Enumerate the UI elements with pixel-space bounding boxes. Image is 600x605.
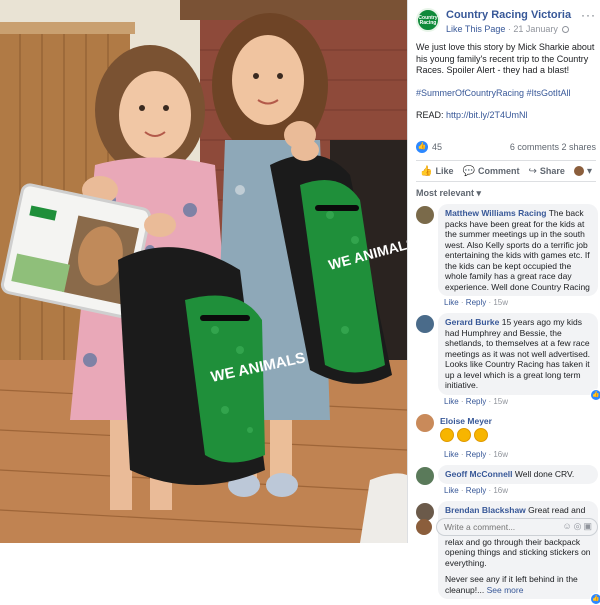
post-body: We just love this story by Mick Sharkie … [416,42,595,75]
post-photo[interactable]: WE ANIMALS WE ANIMALS [0,0,407,543]
commenter-avatar[interactable] [416,206,434,224]
read-link[interactable]: http://bit.ly/2T4UmNl [446,110,528,120]
comment-icon: 💬 [462,165,475,177]
globe-icon [562,26,570,33]
page-name[interactable]: Country Racing Victoria [446,9,571,21]
comment-time[interactable]: 16w [493,486,508,495]
comment-like-link[interactable]: Like [444,450,459,459]
page-avatar[interactable]: Country Racing [416,8,440,32]
commenter-avatar[interactable] [416,413,434,432]
comment-reply-link[interactable]: Reply [466,397,486,406]
like-button[interactable]: 👍 Like [420,166,453,177]
comment-reply-link[interactable]: Reply [466,298,486,307]
chevron-down-icon: ▾ [586,165,592,177]
shares-count[interactable]: 2 shares [561,142,596,152]
share-as-selector[interactable]: ▾ [573,165,592,177]
clapping-hands-icon [457,428,471,442]
comment-reply-link[interactable]: Reply [466,450,486,459]
comment-sort-label: Most relevant [416,188,475,198]
comment-bubble: Gerard Burke 15 years ago my kids had Hu… [438,313,600,401]
comment-actions: Like · Reply · 16w [444,485,509,495]
comment-like-reaction-icon[interactable]: 👍 [590,388,600,401]
comment-actions: Like · Reply · 15w [444,298,509,307]
comments-count[interactable]: 6 comments [510,142,559,152]
post-hashtags[interactable]: #SummerOfCountryRacing #ItsGotItAll [416,88,596,100]
reaction-count[interactable]: 45 [432,142,442,152]
comment-like-link[interactable]: Like [444,298,459,307]
read-label: READ: [416,110,444,120]
commenter-name[interactable]: Eloise Meyer [440,416,492,426]
comment-bubble: Brendan Blackshaw Great read and yes it'… [438,501,600,605]
comment-actions: Like · Reply · 16w [444,450,509,459]
commenter-avatar[interactable] [416,467,434,485]
more-options-icon[interactable]: ··· [581,8,596,22]
commenter-name[interactable]: Gerard Burke [445,317,499,327]
comment-bubble: Matthew Williams Racing The back packs h… [438,204,598,296]
like-reaction-icon[interactable]: 👍 [416,141,428,153]
comment-item: Matthew Williams Racing The back packs h… [416,204,598,307]
comment-actions: Like · Reply · 15w [444,396,509,406]
share-button-label: Share [539,166,565,176]
post-read-line: READ: http://bit.ly/2T4UmNl [416,110,596,122]
comment-text: The back packs have been great for the k… [445,208,590,292]
comment-item: Gerard Burke 15 years ago my kids had Hu… [416,313,600,406]
comment-text: Well done CRV. [514,469,575,479]
post-text: We just love this story by Mick Sharkie … [416,42,596,133]
post-header: Country Racing Country Racing Victoria L… [416,8,596,44]
page-logo-text: Country Racing [418,15,438,26]
write-comment-box: ☺◎▣ [416,517,598,537]
commenter-name[interactable]: Matthew Williams Racing [445,208,546,218]
comment-button[interactable]: 💬 Comment [463,166,520,177]
clapping-hands-icon [474,428,488,442]
comment-like-link[interactable]: Like [444,397,459,406]
comment-item: Eloise Meyer Like · Reply · 16w [416,412,598,459]
action-bar: 👍 Like 💬 Comment ↪ Share ▾ [416,160,596,182]
post-meta: Like This Page · 21 January [446,24,570,34]
share-button[interactable]: ↪ Share [529,166,565,177]
share-icon: ↪ [528,165,537,177]
thumbs-up-icon: 👍 [420,165,433,177]
commenter-name[interactable]: Brendan Blackshaw [445,505,526,515]
comment-item: Geoff McConnell Well done CRV. Like · Re… [416,465,598,495]
current-user-avatar [416,519,432,535]
reaction-row: 👍 45 6 comments 2 shares [416,140,596,154]
clapping-hands-icon [440,428,454,442]
post-date[interactable]: 21 January [513,24,558,34]
comment-time[interactable]: 15w [493,397,508,406]
sort-chevron-icon: ▾ [476,188,482,198]
comment-like-link[interactable]: Like [444,486,459,495]
comment-item: Brendan Blackshaw Great read and yes it'… [416,501,600,605]
see-more-link[interactable]: See more [487,585,524,595]
comment-attachment-icons[interactable]: ☺◎▣ [562,521,594,532]
comment-share-counts: 6 comments 2 shares [510,142,596,152]
comment-time[interactable]: 16w [493,450,508,459]
comment-time[interactable]: 15w [493,298,508,307]
post-side-panel: Country Racing Country Racing Victoria L… [407,0,600,605]
commenter-name[interactable]: Geoff McConnell [445,469,513,479]
like-page-link[interactable]: Like This Page [446,24,505,34]
comment-bubble: Eloise Meyer [438,412,598,449]
share-as-avatar [573,166,584,176]
comment-text: 15 years ago my kids had Humphrey and Be… [445,317,591,390]
comment-sort-dropdown[interactable]: Most relevant ▾ [416,188,481,199]
comment-bubble: Geoff McConnell Well done CRV. [438,465,598,484]
comment-like-reaction-icon[interactable]: 👍 [590,593,600,605]
photo-illustration: WE ANIMALS WE ANIMALS [0,0,407,543]
comment-reply-link[interactable]: Reply [466,486,486,495]
comment-button-label: Comment [477,166,520,176]
comments-list: Matthew Williams Racing The back packs h… [416,204,600,605]
like-button-label: Like [435,166,454,176]
commenter-avatar[interactable] [416,315,434,333]
emoji-row [440,426,591,444]
